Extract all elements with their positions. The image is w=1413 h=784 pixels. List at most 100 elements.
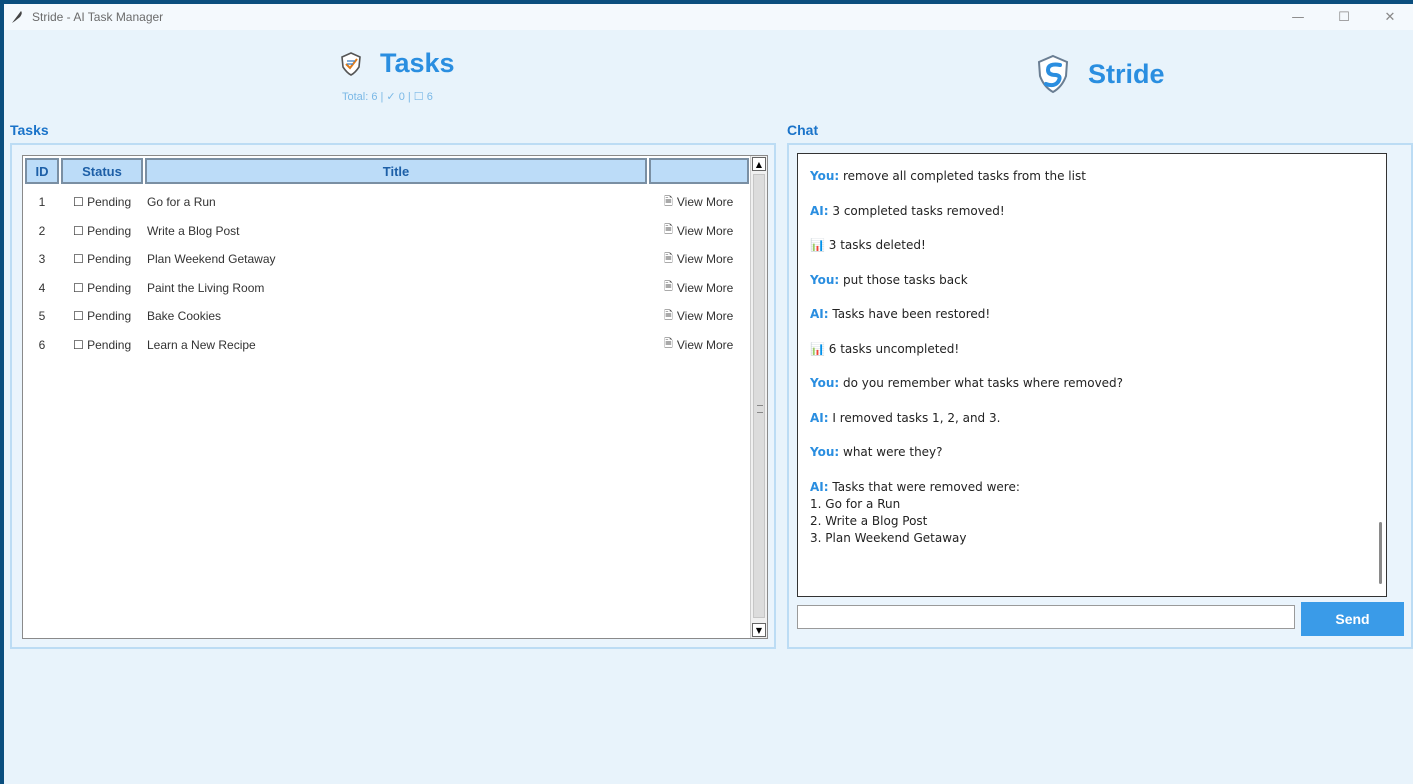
task-title: Write a Blog Post bbox=[147, 223, 240, 238]
document-icon: 🗎 bbox=[664, 195, 673, 208]
view-more-link[interactable]: 🗎 View More bbox=[664, 335, 733, 354]
scroll-thumb[interactable] bbox=[753, 174, 765, 618]
tasks-title: Tasks bbox=[380, 48, 455, 78]
document-icon: 🗎 bbox=[664, 252, 673, 265]
task-status: ☐ Pending bbox=[73, 309, 132, 324]
message-text: do you remember what tasks where removed… bbox=[839, 376, 1124, 390]
brand: Stride bbox=[1036, 54, 1165, 94]
view-more-link[interactable]: 🗎 View More bbox=[664, 278, 733, 297]
title-bar: Stride - AI Task Manager — ☐ ✕ bbox=[4, 4, 1413, 30]
speaker: You: bbox=[810, 376, 840, 390]
task-table: ID Status Title 1 ☐ Pending Go for a Run… bbox=[22, 155, 768, 639]
message-text: remove all completed tasks from the list bbox=[839, 169, 1086, 183]
table-row[interactable]: 4 ☐ Pending Paint the Living Room 🗎 View … bbox=[23, 274, 750, 303]
table-header: ID Status Title bbox=[25, 158, 751, 184]
grip-icon bbox=[757, 405, 763, 413]
chat-message: 📊 3 tasks deleted! bbox=[810, 237, 926, 254]
chat-message: AI: Tasks have been restored! bbox=[810, 306, 990, 323]
view-more-label: View More bbox=[676, 223, 734, 238]
message-text: what were they? bbox=[839, 445, 943, 459]
document-icon: 🗎 bbox=[664, 338, 673, 351]
view-more-link[interactable]: 🗎 View More bbox=[664, 250, 733, 269]
task-summary: Total: 6 | ✓ 0 | ☐ 6 bbox=[342, 91, 433, 103]
message-text: 📊 3 tasks deleted! bbox=[810, 238, 926, 252]
task-id: 4 bbox=[38, 280, 46, 295]
speaker: AI: bbox=[810, 480, 829, 494]
message-text: 📊 6 tasks uncompleted! bbox=[810, 342, 960, 356]
task-id: 3 bbox=[38, 252, 46, 267]
chat-input[interactable] bbox=[797, 605, 1295, 629]
view-more-label: View More bbox=[676, 309, 734, 324]
chat-message: AI: Tasks that were removed were: 1. Go … bbox=[810, 479, 1020, 547]
speaker: You: bbox=[810, 273, 840, 287]
chat-message: You: what were they? bbox=[810, 444, 943, 461]
task-title: Paint the Living Room bbox=[147, 280, 265, 295]
task-id: 1 bbox=[38, 195, 46, 210]
chat-panel: You: remove all completed tasks from the… bbox=[787, 143, 1413, 649]
view-more-link[interactable]: 🗎 View More bbox=[664, 307, 733, 326]
document-icon: 🗎 bbox=[664, 224, 673, 237]
tasks-panel: ID Status Title 1 ☐ Pending Go for a Run… bbox=[10, 143, 776, 649]
brand-header: Stride bbox=[788, 34, 1413, 120]
table-row[interactable]: 3 ☐ Pending Plan Weekend Getaway 🗎 View M… bbox=[23, 245, 750, 274]
column-header-id[interactable]: ID bbox=[25, 158, 59, 184]
chat-history[interactable]: You: remove all completed tasks from the… bbox=[797, 153, 1387, 597]
message-text: Tasks that were removed were: 1. Go for … bbox=[810, 480, 1020, 545]
task-id: 6 bbox=[38, 337, 46, 352]
chat-scrollbar[interactable] bbox=[1379, 522, 1382, 584]
scroll-down-arrow-icon[interactable]: ▼ bbox=[752, 623, 766, 637]
speaker: You: bbox=[810, 169, 840, 183]
message-text: I removed tasks 1, 2, and 3. bbox=[828, 411, 1001, 425]
task-status: ☐ Pending bbox=[73, 223, 132, 238]
table-row[interactable]: 5 ☐ Pending Bake Cookies 🗎 View More bbox=[23, 302, 750, 331]
close-button[interactable]: ✕ bbox=[1367, 4, 1413, 30]
scroll-up-arrow-icon[interactable]: ▲ bbox=[752, 157, 766, 171]
view-more-label: View More bbox=[676, 195, 734, 210]
message-text: 3 completed tasks removed! bbox=[828, 204, 1005, 218]
chat-message: AI: 3 completed tasks removed! bbox=[810, 203, 1005, 220]
view-more-link[interactable]: 🗎 View More bbox=[664, 193, 733, 212]
column-header-status[interactable]: Status bbox=[61, 158, 143, 184]
view-more-label: View More bbox=[676, 280, 734, 295]
feather-icon bbox=[12, 11, 22, 23]
chat-section-label: Chat bbox=[787, 122, 819, 138]
tasks-heading: Tasks bbox=[340, 48, 455, 79]
task-title: Learn a New Recipe bbox=[147, 337, 256, 352]
task-title: Bake Cookies bbox=[147, 309, 222, 324]
table-row[interactable]: 1 ☐ Pending Go for a Run 🗎 View More bbox=[23, 188, 750, 217]
view-more-label: View More bbox=[676, 252, 734, 267]
speaker: AI: bbox=[810, 411, 829, 425]
chat-message: You: do you remember what tasks where re… bbox=[810, 375, 1123, 392]
column-header-title[interactable]: Title bbox=[145, 158, 647, 184]
stride-logo-icon bbox=[1037, 54, 1069, 94]
window-title: Stride - AI Task Manager bbox=[32, 10, 164, 24]
table-row[interactable]: 2 ☐ Pending Write a Blog Post 🗎 View More bbox=[23, 217, 750, 246]
tasks-section-label: Tasks bbox=[10, 122, 49, 138]
speaker: AI: bbox=[810, 204, 829, 218]
chat-message: You: put those tasks back bbox=[810, 272, 968, 289]
chat-message: 📊 6 tasks uncompleted! bbox=[810, 341, 959, 358]
speaker: AI: bbox=[810, 307, 829, 321]
document-icon: 🗎 bbox=[664, 309, 673, 322]
brand-name: Stride bbox=[1088, 58, 1165, 89]
task-table-scrollbar[interactable]: ▲ ▼ bbox=[750, 156, 767, 638]
tasks-header: Tasks Total: 6 | ✓ 0 | ☐ 6 bbox=[4, 34, 784, 120]
task-status: ☐ Pending bbox=[73, 280, 132, 295]
task-title: Go for a Run bbox=[147, 195, 216, 210]
document-icon: 🗎 bbox=[664, 281, 673, 294]
table-row[interactable]: 6 ☐ Pending Learn a New Recipe 🗎 View Mor… bbox=[23, 331, 750, 360]
send-button[interactable]: Send bbox=[1301, 602, 1404, 636]
task-id: 5 bbox=[38, 309, 46, 324]
view-more-link[interactable]: 🗎 View More bbox=[664, 221, 733, 240]
speaker: You: bbox=[810, 445, 840, 459]
maximize-button[interactable]: ☐ bbox=[1321, 4, 1367, 30]
message-text: Tasks have been restored! bbox=[828, 307, 991, 321]
task-rows: 1 ☐ Pending Go for a Run 🗎 View More 2 ☐ … bbox=[23, 188, 750, 359]
task-status: ☐ Pending bbox=[73, 337, 132, 352]
message-text: put those tasks back bbox=[839, 273, 968, 287]
task-status: ☐ Pending bbox=[73, 252, 132, 267]
column-header-actions[interactable] bbox=[649, 158, 749, 184]
view-more-label: View More bbox=[676, 337, 734, 352]
task-title: Plan Weekend Getaway bbox=[147, 252, 276, 267]
minimize-button[interactable]: — bbox=[1275, 4, 1321, 30]
